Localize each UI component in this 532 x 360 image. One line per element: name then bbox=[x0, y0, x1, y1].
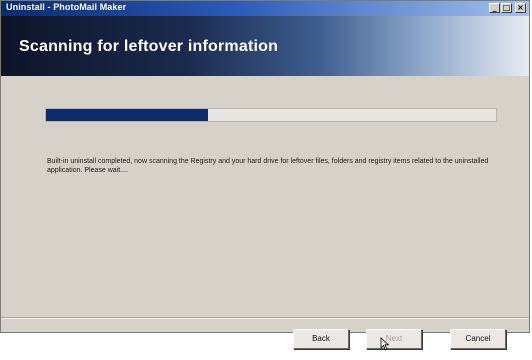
close-button[interactable]: × bbox=[515, 3, 526, 13]
wizard-header: Scanning for leftover information bbox=[1, 16, 529, 76]
mouse-pointer-icon bbox=[380, 337, 390, 351]
status-message: Built-in uninstall completed, now scanni… bbox=[47, 158, 489, 174]
next-button[interactable]: Next bbox=[366, 329, 422, 349]
uninstall-window: Uninstall - PhotoMail Maker _ □ × Scanni… bbox=[0, 0, 530, 333]
progress-fill bbox=[46, 109, 208, 121]
cancel-button[interactable]: Cancel bbox=[450, 329, 506, 349]
back-button[interactable]: Back bbox=[293, 329, 349, 349]
maximize-button[interactable]: □ bbox=[501, 3, 512, 13]
title-bar[interactable]: Uninstall - PhotoMail Maker _ □ × bbox=[1, 1, 529, 16]
page-title: Scanning for leftover information bbox=[19, 38, 279, 55]
window-title: Uninstall - PhotoMail Maker bbox=[6, 2, 127, 12]
minimize-button[interactable]: _ bbox=[489, 3, 500, 13]
window-controls: _ □ × bbox=[489, 3, 526, 13]
footer-divider bbox=[1, 317, 529, 319]
progress-bar bbox=[45, 108, 497, 122]
